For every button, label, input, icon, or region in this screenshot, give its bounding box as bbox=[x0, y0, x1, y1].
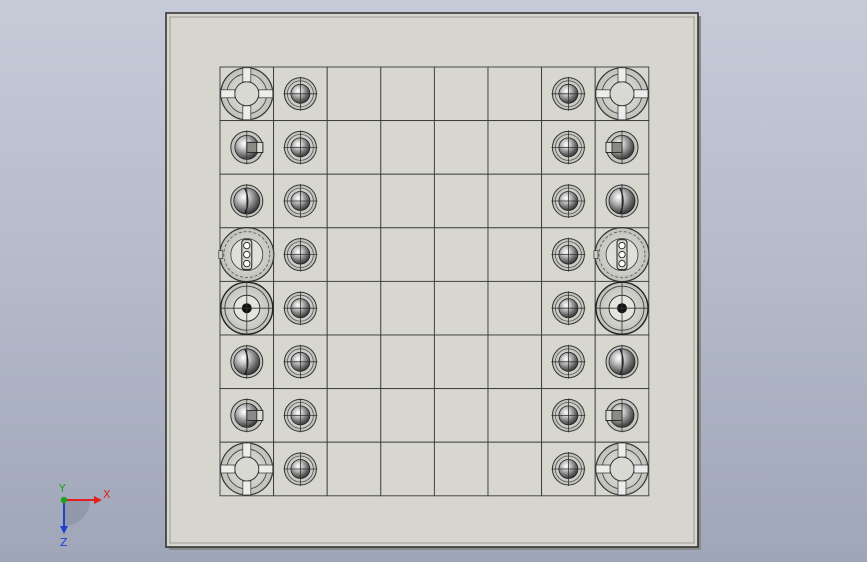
board-square[interactable] bbox=[326, 227, 382, 282]
knight-muzzle bbox=[605, 409, 613, 421]
board-square[interactable] bbox=[380, 388, 435, 443]
board-square[interactable] bbox=[326, 441, 382, 497]
rook-crenel bbox=[617, 105, 627, 121]
board-square[interactable] bbox=[380, 334, 435, 390]
board-square[interactable] bbox=[380, 280, 435, 336]
rook-center bbox=[609, 456, 635, 482]
board-square[interactable] bbox=[326, 173, 382, 229]
rook-piece[interactable] bbox=[595, 442, 649, 496]
bishop-piece[interactable] bbox=[605, 344, 639, 379]
queen-side-tab bbox=[218, 250, 224, 259]
board-grid bbox=[219, 66, 650, 497]
board-square[interactable] bbox=[433, 66, 489, 122]
x-arrowhead bbox=[94, 496, 102, 504]
knight-piece[interactable] bbox=[230, 130, 264, 165]
cad-viewport[interactable] bbox=[0, 0, 867, 562]
rook-crenel bbox=[595, 464, 611, 474]
queen-piece[interactable] bbox=[593, 227, 650, 283]
board-square[interactable] bbox=[433, 441, 489, 497]
axis-triad: X Y Z bbox=[58, 482, 111, 549]
board-square[interactable] bbox=[433, 120, 489, 175]
x-axis-label: X bbox=[103, 488, 111, 501]
rook-center bbox=[234, 81, 260, 107]
board-square[interactable] bbox=[433, 173, 489, 229]
board-square[interactable] bbox=[433, 227, 489, 282]
rook-crenel bbox=[242, 67, 252, 83]
board-square[interactable] bbox=[380, 120, 435, 175]
queen-bead bbox=[243, 241, 251, 250]
rook-crenel bbox=[242, 480, 252, 496]
board-square[interactable] bbox=[433, 334, 489, 390]
rook-crenel bbox=[258, 464, 274, 474]
rook-crenel bbox=[242, 442, 252, 458]
rook-crenel bbox=[617, 480, 627, 496]
board-square[interactable] bbox=[433, 280, 489, 336]
board-square[interactable] bbox=[487, 388, 543, 443]
y-axis-label: Y bbox=[58, 482, 66, 495]
rook-crenel bbox=[633, 464, 649, 474]
rook-piece[interactable] bbox=[595, 67, 649, 121]
board-square[interactable] bbox=[487, 441, 543, 497]
rook-crenel bbox=[633, 89, 649, 99]
z-axis-label: Z bbox=[60, 536, 68, 549]
board-square[interactable] bbox=[326, 280, 382, 336]
queen-bead bbox=[243, 259, 251, 268]
board-square[interactable] bbox=[487, 334, 543, 390]
board-square[interactable] bbox=[487, 66, 543, 122]
rook-crenel bbox=[595, 89, 611, 99]
z-arrowhead bbox=[60, 526, 68, 534]
board-square[interactable] bbox=[487, 280, 543, 336]
rook-center bbox=[234, 456, 260, 482]
board-square[interactable] bbox=[487, 120, 543, 175]
board-square[interactable] bbox=[380, 66, 435, 122]
board-square[interactable] bbox=[380, 441, 435, 497]
rook-crenel bbox=[258, 89, 274, 99]
board-square[interactable] bbox=[380, 173, 435, 229]
rook-center bbox=[609, 81, 635, 107]
board-square[interactable] bbox=[487, 227, 543, 282]
queen-piece[interactable] bbox=[218, 227, 275, 283]
knight-piece[interactable] bbox=[230, 398, 264, 433]
rook-crenel bbox=[242, 105, 252, 121]
board-square[interactable] bbox=[326, 66, 382, 122]
bishop-piece[interactable] bbox=[605, 184, 639, 218]
triad-shadow-quarter bbox=[64, 500, 90, 526]
board-square[interactable] bbox=[326, 120, 382, 175]
queen-bead bbox=[618, 250, 626, 259]
knight-piece[interactable] bbox=[605, 130, 639, 165]
knight-piece[interactable] bbox=[605, 398, 639, 433]
board-square[interactable] bbox=[326, 388, 382, 443]
board-square[interactable] bbox=[380, 227, 435, 282]
rook-piece[interactable] bbox=[220, 442, 274, 496]
board-square[interactable] bbox=[487, 173, 543, 229]
queen-bead bbox=[618, 259, 626, 268]
board-square[interactable] bbox=[433, 388, 489, 443]
rook-crenel bbox=[617, 67, 627, 83]
bishop-piece[interactable] bbox=[230, 344, 264, 379]
bishop-piece[interactable] bbox=[230, 184, 264, 218]
rook-crenel bbox=[220, 464, 236, 474]
y-axis-dot bbox=[60, 496, 68, 504]
queen-bead bbox=[243, 250, 251, 259]
rook-crenel bbox=[617, 442, 627, 458]
knight-muzzle bbox=[605, 141, 613, 153]
rook-crenel bbox=[220, 89, 236, 99]
board-square[interactable] bbox=[326, 334, 382, 390]
knight-muzzle bbox=[256, 409, 264, 421]
queen-bead bbox=[618, 241, 626, 250]
knight-muzzle bbox=[256, 141, 264, 153]
queen-side-tab bbox=[593, 250, 599, 259]
rook-piece[interactable] bbox=[220, 67, 274, 121]
